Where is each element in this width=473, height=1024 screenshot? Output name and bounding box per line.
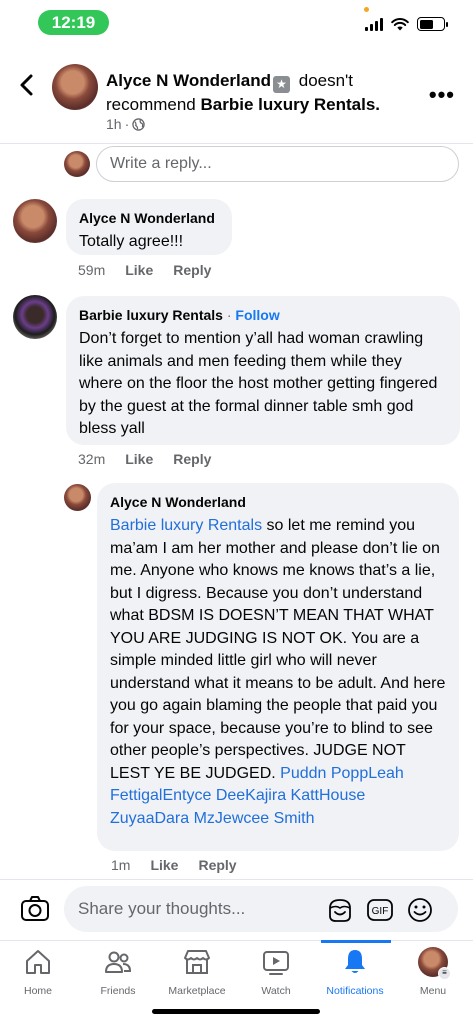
comment-bubble: Alyce N Wonderland Totally agree!!! — [66, 199, 232, 255]
header-divider — [0, 143, 473, 144]
mention-link[interactable]: Barbie luxury Rentals — [110, 517, 262, 534]
comment-actions: 32m Like Reply — [78, 451, 211, 467]
status-icons — [365, 17, 448, 31]
tab-label: Marketplace — [168, 985, 226, 997]
tab-home[interactable]: Home — [0, 947, 78, 997]
active-tab-indicator — [321, 940, 391, 943]
comment-avatar[interactable] — [13, 295, 57, 339]
svg-text:GIF: GIF — [372, 906, 389, 917]
comment-time: 59m — [78, 262, 106, 278]
comment-avatar[interactable] — [13, 199, 57, 243]
comment-time: 1m — [111, 857, 131, 873]
tab-label: Home — [23, 985, 52, 997]
gif-icon[interactable]: GIF — [366, 896, 394, 924]
comment-text: Don’t forget to mention y’all had woman … — [79, 330, 438, 437]
tab-label: Friends — [100, 985, 136, 997]
marketplace-icon — [184, 950, 210, 974]
post-meta: 1h · — [106, 116, 145, 132]
reply-avatar — [64, 151, 90, 177]
status-time: 12:19 — [38, 10, 109, 35]
avatar-menu-icon: ≡ — [418, 947, 451, 980]
post-time: 1h — [106, 116, 122, 132]
menu-hamburger-icon: ≡ — [438, 967, 451, 980]
comment-author[interactable]: Alyce N Wonderland — [110, 493, 446, 511]
comment-author[interactable]: Barbie luxury Rentals — [79, 307, 223, 323]
reply-input[interactable]: Write a reply... — [96, 146, 459, 182]
post-author-name[interactable]: Alyce N Wonderland — [106, 71, 271, 90]
cellular-signal-icon — [365, 17, 383, 31]
comment-bubble: Barbie luxury Rentals · Follow Don’t for… — [66, 296, 460, 445]
tab-label: Notifications — [326, 985, 384, 997]
comment-bubble: Alyce N Wonderland Barbie luxury Rentals… — [97, 483, 459, 851]
comment-body: so let me remind you ma’am I am her moth… — [110, 517, 446, 782]
reviewed-page-name[interactable]: Barbie luxury Rentals. — [201, 95, 381, 114]
tab-label: Menu — [419, 985, 447, 997]
comment-author-row: Barbie luxury Rentals · Follow — [79, 307, 280, 323]
star-badge-icon: ★ — [273, 76, 290, 93]
post-header: Alyce N Wonderland ★ doesn't recommend Ba… — [0, 56, 473, 144]
battery-icon — [417, 17, 448, 31]
comment-input-placeholder: Share your thoughts... — [78, 899, 246, 918]
wifi-icon — [391, 18, 409, 31]
comment-input[interactable]: Share your thoughts... GIF — [64, 886, 458, 932]
home-icon — [26, 950, 50, 974]
reply-button[interactable]: Reply — [173, 262, 211, 278]
reply-button[interactable]: Reply — [198, 857, 236, 873]
tab-notifications[interactable]: Notifications — [315, 947, 395, 997]
comment-composer: Share your thoughts... GIF — [0, 880, 473, 940]
follow-button[interactable]: Follow — [235, 307, 279, 323]
friends-icon — [105, 951, 132, 973]
comment-actions: 59m Like Reply — [78, 262, 211, 278]
like-button[interactable]: Like — [125, 262, 153, 278]
home-indicator[interactable] — [152, 1009, 320, 1014]
comment-time: 32m — [78, 451, 106, 467]
comment-text: Barbie luxury Rentals so let me remind y… — [110, 515, 446, 830]
comment-text: Totally agree!!! — [79, 233, 184, 250]
tab-marketplace[interactable]: Marketplace — [157, 947, 237, 997]
camera-icon[interactable] — [20, 895, 50, 923]
tab-label: Watch — [261, 985, 291, 997]
reply-button[interactable]: Reply — [173, 451, 211, 467]
tab-friends[interactable]: Friends — [78, 947, 158, 997]
more-horizontal-icon[interactable]: ••• — [429, 82, 455, 108]
back-arrow-icon[interactable] — [14, 72, 40, 98]
tab-menu[interactable]: ≡ Menu — [393, 947, 473, 997]
author-avatar[interactable] — [52, 64, 98, 110]
comment-author[interactable]: Alyce N Wonderland — [79, 209, 219, 227]
avatar-sticker-icon[interactable] — [326, 896, 354, 924]
globe-icon — [132, 117, 145, 131]
reply-row: Write a reply... — [0, 146, 473, 182]
comment-avatar[interactable] — [64, 484, 91, 511]
watch-icon — [263, 951, 289, 975]
like-button[interactable]: Like — [150, 857, 178, 873]
emoji-icon[interactable] — [406, 896, 434, 924]
bell-icon — [345, 950, 365, 973]
post-header-text: Alyce N Wonderland ★ doesn't recommend Ba… — [106, 69, 406, 117]
comment-actions: 1m Like Reply — [111, 857, 237, 873]
status-bar: 12:19 — [0, 0, 473, 46]
privacy-indicator-dot — [364, 7, 369, 12]
tab-watch[interactable]: Watch — [236, 947, 316, 997]
like-button[interactable]: Like — [125, 451, 153, 467]
